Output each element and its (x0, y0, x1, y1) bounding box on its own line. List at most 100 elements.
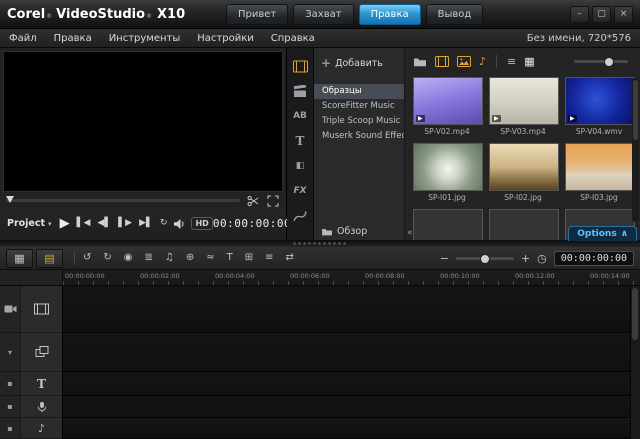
collapse-panel-icon[interactable]: « (407, 228, 413, 238)
music-track-lane[interactable] (63, 418, 630, 439)
add-folder-button[interactable]: + Добавить (314, 54, 404, 72)
ripple-editing-button[interactable]: ⇄ (286, 253, 294, 263)
transition-icon[interactable]: AB (291, 108, 309, 124)
splitter-grip[interactable] (292, 242, 348, 245)
image-thumbnail[interactable] (565, 143, 635, 191)
title-tool-icon[interactable]: T (291, 133, 309, 149)
graphic-icon[interactable]: ◧ (291, 158, 309, 174)
video-thumbnail[interactable]: ▶ (565, 77, 635, 125)
video-thumbnail[interactable]: ▶ (413, 77, 483, 125)
track-toggle-icon[interactable]: ▪ (0, 418, 21, 438)
tab-capture[interactable]: Захват (293, 4, 353, 25)
scrubber-handle[interactable] (6, 196, 14, 203)
timeline-timecode[interactable]: 00:00:00:00 (554, 251, 634, 266)
sound-mixer-button[interactable]: ≣ (145, 253, 153, 263)
voice-track-header[interactable]: ▪ (0, 396, 62, 418)
zoom-in-icon[interactable]: + (521, 252, 530, 265)
overlay-track-lane[interactable] (63, 333, 630, 372)
end-button[interactable]: ▶▌ (139, 219, 153, 228)
timeline-zoom-slider[interactable] (456, 257, 514, 260)
folder-item[interactable]: Triple Scoop Music (314, 114, 404, 129)
menu-edit[interactable]: Правка (54, 33, 92, 44)
scrubber-track[interactable] (6, 199, 240, 202)
track-toggle-icon[interactable]: ▪ (0, 396, 21, 417)
folder-item[interactable]: Muserk Sound Effect (314, 129, 404, 144)
split-clip-icon[interactable] (246, 195, 260, 207)
timeline-ruler-scale[interactable]: 00:00:00:0000:00:02:0000:00:04:0000:00:0… (63, 270, 640, 285)
menu-tools[interactable]: Инструменты (109, 33, 181, 44)
library-item-partial[interactable] (489, 209, 557, 240)
chevron-down-icon[interactable]: ▾ (0, 333, 21, 371)
tab-edit[interactable]: Правка (359, 4, 421, 25)
folder-item[interactable]: ScoreFitter Music (314, 99, 404, 114)
menu-file[interactable]: Файл (9, 33, 37, 44)
previous-frame-button[interactable]: ◀▌ (97, 219, 111, 228)
track-manager-button[interactable]: ≡ (265, 253, 273, 263)
scrollbar-thumb[interactable] (633, 80, 638, 140)
library-item[interactable]: ▶SP-V03.mp4 (489, 77, 557, 137)
subtitle-editor-button[interactable]: T (227, 253, 233, 263)
redo-button[interactable]: ↻ (103, 253, 111, 263)
library-item-partial[interactable] (413, 209, 481, 240)
repeat-button[interactable]: ↻ (160, 219, 168, 228)
options-button[interactable]: Options ∧ (568, 226, 637, 241)
next-frame-button[interactable]: ▌▶ (118, 219, 132, 228)
timecode-value[interactable]: 00:00:00:00 (213, 217, 291, 230)
import-folder-icon[interactable] (413, 56, 427, 67)
auto-music-button[interactable]: ♫ (165, 253, 174, 263)
library-item[interactable]: SP-I01.jpg (413, 143, 481, 203)
menu-settings[interactable]: Настройки (197, 33, 253, 44)
media-library-icon[interactable] (291, 58, 309, 74)
minimize-button[interactable]: – (570, 6, 589, 23)
record-capture-button[interactable]: ◉ (124, 253, 133, 263)
panel-splitter[interactable] (0, 240, 640, 247)
menu-help[interactable]: Справка (271, 33, 315, 44)
browse-button[interactable]: Обзор (321, 226, 367, 237)
thumbnail-view-icon[interactable]: ▦ (524, 55, 534, 68)
tab-share[interactable]: Вывод (426, 4, 484, 25)
project-mode-dropdown[interactable]: Project ▾ (7, 218, 52, 229)
show-photos-filter-icon[interactable] (457, 56, 471, 67)
maximize-button[interactable]: ▢ (592, 6, 611, 23)
zoom-out-icon[interactable]: − (440, 252, 449, 265)
show-audio-filter-icon[interactable]: ♪ (479, 55, 486, 68)
show-videos-filter-icon[interactable] (435, 56, 449, 67)
slider-knob[interactable] (604, 57, 614, 67)
video-track-lane[interactable] (63, 286, 630, 333)
folder-item[interactable]: Образцы (314, 84, 404, 99)
library-item[interactable]: ▶SP-V02.mp4 (413, 77, 481, 137)
waveform-button[interactable]: ≈ (206, 253, 214, 263)
voice-track-lane[interactable] (63, 396, 630, 418)
tab-welcome[interactable]: Привет (226, 4, 288, 25)
library-scrollbar[interactable] (632, 78, 639, 222)
video-thumbnail[interactable]: ▶ (489, 77, 559, 125)
track-camera-icon[interactable] (0, 286, 21, 332)
enlarge-preview-icon[interactable] (266, 195, 280, 207)
image-thumbnail[interactable] (413, 143, 483, 191)
overlay-track-header[interactable]: ▾ (0, 333, 62, 372)
play-button[interactable]: ▶ (60, 217, 70, 230)
thumbnail-zoom-slider[interactable] (574, 60, 628, 63)
hd-preview-button[interactable]: HD (191, 217, 212, 230)
volume-icon[interactable] (173, 218, 185, 230)
timeline-view-button[interactable]: ▤ (36, 249, 63, 268)
library-item[interactable]: ▶SP-V04.wmv (565, 77, 633, 137)
close-button[interactable]: × (614, 6, 633, 23)
track-toggle-icon[interactable]: ▪ (0, 372, 21, 395)
slider-knob[interactable] (480, 254, 490, 264)
video-preview[interactable] (3, 51, 283, 192)
storyboard-view-button[interactable]: ▦ (6, 249, 33, 268)
filter-icon[interactable]: FX (291, 183, 309, 199)
title-track-lane[interactable] (63, 372, 630, 396)
motion-tracking-button[interactable]: ⊕ (186, 253, 194, 263)
library-item[interactable]: SP-I03.jpg (565, 143, 633, 203)
library-item[interactable]: SP-I02.jpg (489, 143, 557, 203)
instant-project-icon[interactable] (291, 83, 309, 99)
undo-button[interactable]: ↺ (83, 253, 91, 263)
list-view-icon[interactable]: ≡ (507, 55, 516, 68)
scrollbar-thumb[interactable] (632, 288, 638, 340)
home-button[interactable]: ▌◀ (77, 219, 91, 228)
motion-path-icon[interactable] (291, 208, 309, 224)
fit-project-icon[interactable]: ◷ (537, 252, 547, 265)
video-track-header[interactable] (0, 286, 62, 333)
